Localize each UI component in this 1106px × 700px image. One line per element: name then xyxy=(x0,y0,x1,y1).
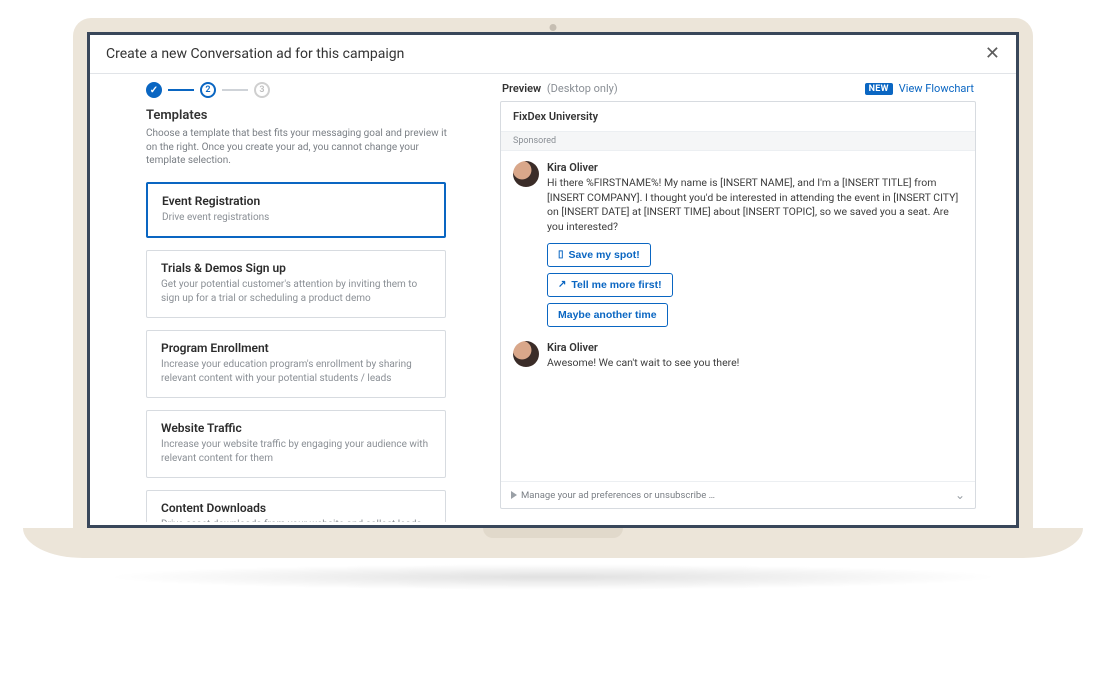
cta-label: Tell me more first! xyxy=(571,279,661,291)
template-title: Event Registration xyxy=(162,194,430,208)
template-desc: Increase your education program's enroll… xyxy=(161,358,431,385)
step-2[interactable]: 2 xyxy=(200,82,216,98)
template-title: Content Downloads xyxy=(161,501,431,515)
template-card-program-enrollment[interactable]: Program Enrollment Increase your educati… xyxy=(146,330,446,398)
footer-text: Manage your ad preferences or unsubscrib… xyxy=(521,490,715,501)
preview-footer[interactable]: Manage your ad preferences or unsubscrib… xyxy=(501,481,975,508)
cta-tell-me-more[interactable]: ↗ Tell me more first! xyxy=(547,273,673,297)
laptop-shadow xyxy=(103,564,1003,590)
sponsored-label: Sponsored xyxy=(501,132,975,151)
cta-save-spot[interactable]: ▯ Save my spot! xyxy=(547,243,651,267)
modal-title: Create a new Conversation ad for this ca… xyxy=(106,46,404,62)
templates-heading: Templates xyxy=(146,108,470,123)
avatar xyxy=(513,341,539,367)
preview-header: Preview (Desktop only) NEW View Flowchar… xyxy=(500,82,976,95)
preview-pane: Preview (Desktop only) NEW View Flowchar… xyxy=(470,74,1016,522)
modal-header: Create a new Conversation ad for this ca… xyxy=(90,35,1016,74)
template-card-content-downloads[interactable]: Content Downloads Drive asset downloads … xyxy=(146,490,446,522)
app-window: Create a new Conversation ad for this ca… xyxy=(87,32,1019,528)
camera-dot xyxy=(550,24,557,31)
view-flowchart-link[interactable]: View Flowchart xyxy=(899,82,974,95)
message-2: Kira Oliver Awesome! We can't wait to se… xyxy=(513,341,963,371)
template-desc: Drive asset downloads from your website … xyxy=(161,518,431,522)
message-text: Hi there %FIRSTNAME%! My name is [INSERT… xyxy=(547,176,963,235)
template-title: Website Traffic xyxy=(161,421,431,435)
preview-label: Preview xyxy=(502,82,541,95)
close-icon[interactable]: ✕ xyxy=(985,45,1000,63)
template-card-trials-demos[interactable]: Trials & Demos Sign up Get your potentia… xyxy=(146,250,446,318)
sender-name: Kira Oliver xyxy=(547,161,963,174)
template-desc: Increase your website traffic by engagin… xyxy=(161,438,431,465)
templates-desc: Choose a template that best fits your me… xyxy=(146,127,456,168)
new-badge: NEW xyxy=(865,83,893,95)
check-icon: ✓ xyxy=(150,85,158,96)
phone-icon: ▯ xyxy=(558,249,564,260)
template-card-website-traffic[interactable]: Website Traffic Increase your website tr… xyxy=(146,410,446,478)
external-link-icon: ↗ xyxy=(558,279,566,290)
template-card-event-registration[interactable]: Event Registration Drive event registrat… xyxy=(146,182,446,239)
laptop-base xyxy=(23,528,1083,558)
template-title: Trials & Demos Sign up xyxy=(161,261,431,275)
avatar xyxy=(513,161,539,187)
step-3[interactable]: 3 xyxy=(254,82,270,98)
step-1[interactable]: ✓ xyxy=(146,82,162,98)
sender-name: Kira Oliver xyxy=(547,341,963,354)
cta-label: Save my spot! xyxy=(569,249,640,261)
preview-company: FixDex University xyxy=(501,102,975,132)
progress-stepper: ✓ 2 3 xyxy=(146,82,470,98)
step-line xyxy=(168,89,194,91)
play-icon xyxy=(511,491,517,499)
message-1: Kira Oliver Hi there %FIRSTNAME%! My nam… xyxy=(513,161,963,327)
template-title: Program Enrollment xyxy=(161,341,431,355)
template-desc: Drive event registrations xyxy=(162,211,430,225)
message-text: Awesome! We can't wait to see you there! xyxy=(547,356,963,371)
cta-label: Maybe another time xyxy=(558,309,657,321)
step-line xyxy=(222,89,248,91)
template-desc: Get your potential customer's attention … xyxy=(161,278,431,305)
chevron-down-icon: ⌄ xyxy=(955,488,965,502)
preview-box: FixDex University Sponsored Kira Oliver … xyxy=(500,101,976,509)
preview-mode: (Desktop only) xyxy=(547,82,618,95)
templates-pane: ✓ 2 3 Templates Choose a template that b… xyxy=(90,74,470,522)
cta-maybe-another-time[interactable]: Maybe another time xyxy=(547,303,668,327)
